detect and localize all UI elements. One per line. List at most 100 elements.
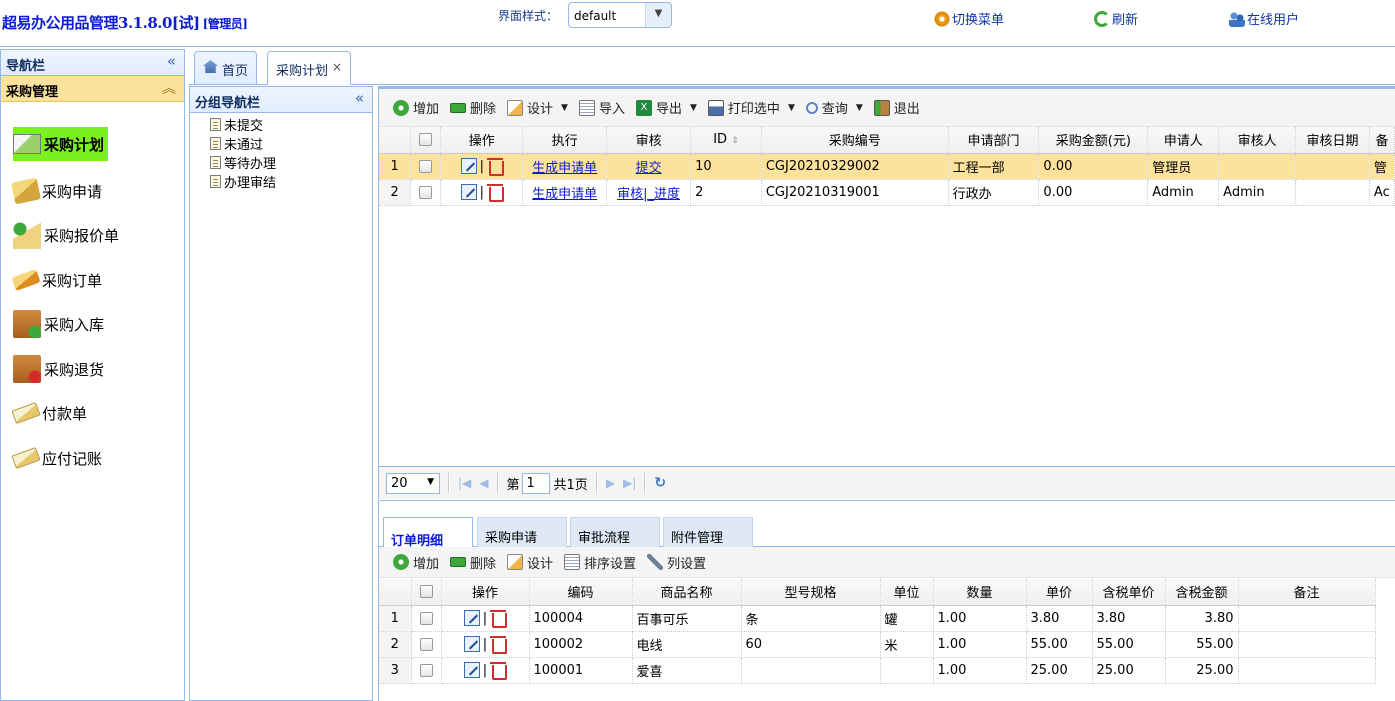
row-checkbox[interactable] — [411, 605, 442, 632]
select-all-checkbox[interactable] — [410, 127, 442, 154]
collapse-left-icon[interactable]: « — [355, 89, 364, 107]
edit-icon[interactable] — [463, 610, 480, 626]
nav-item-purchase-plan[interactable]: 采购计划 — [13, 127, 109, 161]
tab-attachments[interactable]: 附件管理 — [663, 517, 753, 547]
exit-button[interactable]: 退出 — [872, 98, 929, 117]
chevron-down-icon[interactable]: ▼ — [645, 3, 671, 27]
tree-item-done[interactable]: 办理审结 — [210, 172, 372, 191]
tab-order-detail[interactable]: 订单明细 — [383, 517, 473, 549]
col-header[interactable]: 采购编号 — [761, 127, 949, 154]
col-header-id[interactable]: ID ⇕ — [690, 127, 762, 154]
col-header[interactable]: 含税金额 — [1165, 579, 1239, 606]
sort-settings-button[interactable]: 排序设置 — [562, 553, 645, 572]
online-users-link[interactable]: 在线用户 — [1229, 9, 1299, 28]
cell-price: 25.00 — [1026, 657, 1093, 684]
col-header[interactable]: 操作 — [441, 579, 530, 606]
page-size-select[interactable]: 20 ▼ — [386, 472, 440, 494]
nav-item-purchase-order[interactable]: 采购订单 — [11, 263, 106, 297]
col-header[interactable]: 执行 — [522, 127, 608, 154]
col-header[interactable]: 操作 — [440, 127, 524, 154]
collapse-left-icon[interactable]: « — [167, 52, 176, 70]
detail-delete-button[interactable]: 删除 — [448, 553, 505, 572]
col-header[interactable]: 单位 — [880, 579, 934, 606]
col-header[interactable]: 审核日期 — [1295, 127, 1370, 154]
col-header[interactable]: 采购金额(元) — [1038, 127, 1149, 154]
nav-item-quotation[interactable]: 采购报价单 — [13, 218, 123, 252]
trash-icon[interactable] — [486, 183, 504, 202]
tree-item-pending[interactable]: 等待办理 — [210, 153, 372, 172]
trash-icon[interactable] — [490, 635, 508, 654]
submit-link[interactable]: 提交 — [636, 161, 662, 176]
nav-item-stock-in[interactable]: 采购入库 — [13, 307, 108, 341]
query-button[interactable]: 查询 ▼ — [804, 98, 872, 117]
col-header[interactable]: 申请人 — [1147, 127, 1220, 154]
col-header[interactable]: 申请部门 — [948, 127, 1040, 154]
tab-purchase-request[interactable]: 采购申请 — [477, 517, 567, 547]
table-row[interactable]: 2 | 100002 电线 60 米 1.00 55.00 55.00 55.0… — [379, 631, 1376, 658]
accordion-purchase[interactable]: 采购管理 ︽ — [1, 76, 184, 102]
detail-add-button[interactable]: 增加 — [391, 553, 448, 572]
design-button[interactable]: 设计 ▼ — [505, 98, 577, 117]
nav-item-return[interactable]: 采购退货 — [13, 352, 108, 386]
page-input[interactable]: 1 — [521, 472, 550, 494]
tab-home[interactable]: 首页 — [194, 51, 258, 84]
edit-icon[interactable] — [460, 184, 477, 200]
col-header[interactable]: 商品名称 — [632, 579, 742, 606]
add-button[interactable]: 增加 — [391, 98, 448, 117]
prev-page-icon[interactable]: ◀ — [479, 476, 488, 490]
col-header[interactable]: 数量 — [933, 579, 1027, 606]
table-row[interactable]: 1 | 生成申请单 提交 10 CGJ20210329002 工程一部 0.00… — [379, 153, 1395, 180]
col-header[interactable]: 审核人 — [1218, 127, 1297, 154]
row-checkbox[interactable] — [410, 179, 442, 206]
tab-purchase-plan[interactable]: 采购计划 × — [267, 51, 352, 85]
col-header[interactable]: 编码 — [529, 579, 633, 606]
first-page-icon[interactable]: |◀ — [458, 476, 471, 490]
table-row[interactable]: 2 | 生成申请单 审核|_进度 2 CGJ20210319001 行政办 0.… — [379, 179, 1395, 206]
col-header[interactable]: 审核 — [606, 127, 692, 154]
col-header[interactable]: 型号规格 — [741, 579, 881, 606]
select-all-checkbox[interactable] — [411, 579, 442, 606]
row-ops: | — [441, 657, 530, 684]
trash-icon[interactable] — [490, 661, 508, 680]
detail-design-button[interactable]: 设计 — [505, 553, 562, 572]
collapse-up-icon[interactable]: ︽ — [162, 78, 176, 98]
col-header[interactable]: 备注 — [1238, 579, 1376, 606]
close-icon[interactable]: × — [332, 60, 342, 85]
nav-item-payable[interactable]: 应付记账 — [11, 441, 106, 475]
row-checkbox[interactable] — [411, 631, 442, 658]
row-ops: | — [440, 179, 524, 206]
detail-toolbar: 增加 删除 设计 排序设置 列设置 — [379, 547, 1395, 578]
switch-menu-link[interactable]: 切换菜单 — [934, 9, 1004, 28]
export-button[interactable]: X 导出 ▼ — [634, 98, 706, 117]
audit-progress-link[interactable]: 审核|_进度 — [617, 187, 680, 202]
column-settings-button[interactable]: 列设置 — [645, 553, 715, 572]
nav-item-payment[interactable]: 付款单 — [11, 396, 91, 430]
refresh-link[interactable]: 刷新 — [1094, 9, 1138, 28]
table-row[interactable]: 1 | 100004 百事可乐 条 罐 1.00 3.80 3.80 3.80 — [379, 605, 1376, 632]
tab-approval-flow[interactable]: 审批流程 — [570, 517, 660, 547]
import-button[interactable]: 导入 — [577, 98, 634, 117]
col-header[interactable]: 单价 — [1026, 579, 1093, 606]
trash-icon[interactable] — [486, 157, 504, 176]
col-header[interactable]: 含税单价 — [1092, 579, 1166, 606]
skin-select[interactable]: default ▼ — [568, 2, 672, 28]
edit-icon[interactable] — [463, 662, 480, 678]
last-page-icon[interactable]: ▶| — [623, 476, 636, 490]
row-checkbox[interactable] — [411, 657, 442, 684]
col-header[interactable]: 备 — [1369, 127, 1395, 154]
reload-icon[interactable]: ↻ — [654, 475, 666, 491]
row-checkbox[interactable] — [410, 153, 442, 180]
generate-request-link[interactable]: 生成申请单 — [532, 187, 597, 202]
nav-item-purchase-request[interactable]: 采购申请 — [10, 174, 106, 208]
trash-icon[interactable] — [490, 609, 508, 628]
delete-button[interactable]: 删除 — [448, 98, 505, 117]
edit-icon[interactable] — [463, 636, 480, 652]
minus-icon — [450, 102, 467, 113]
print-button[interactable]: 打印选中 ▼ — [706, 98, 804, 117]
table-row[interactable]: 3 | 100001 爱喜 1.00 25.00 25.00 25.00 — [379, 657, 1376, 684]
tree-item-unsubmitted[interactable]: 未提交 — [210, 115, 372, 134]
next-page-icon[interactable]: ▶ — [606, 476, 615, 490]
generate-request-link[interactable]: 生成申请单 — [532, 161, 597, 176]
tree-item-rejected[interactable]: 未通过 — [210, 134, 372, 153]
edit-icon[interactable] — [460, 158, 477, 174]
